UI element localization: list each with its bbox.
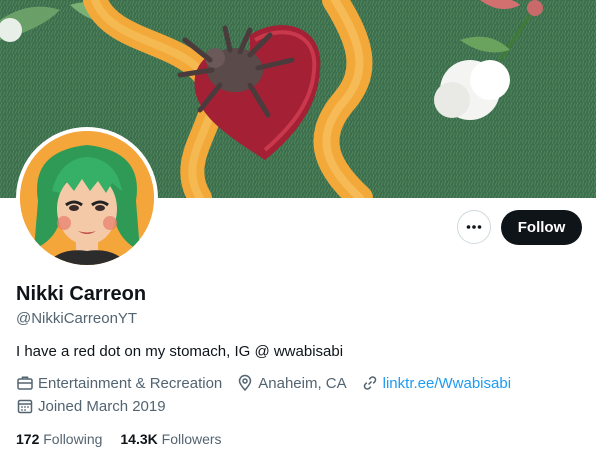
- briefcase-icon: [17, 376, 33, 390]
- website-item[interactable]: linktr.ee/Wwabisabi: [361, 374, 511, 392]
- joined-item: Joined March 2019: [16, 397, 166, 415]
- followers-stat[interactable]: 14.3K Followers: [120, 431, 221, 447]
- location-text: Anaheim, CA: [258, 374, 347, 392]
- link-icon: [363, 376, 376, 390]
- location-pin-icon: [239, 374, 252, 392]
- followers-count: 14.3K: [120, 431, 158, 447]
- profile-bio: I have a red dot on my stomach, IG @ wwa…: [16, 343, 344, 360]
- followers-label: Followers: [161, 431, 222, 447]
- calendar-icon: [17, 399, 33, 414]
- profile-meta-row-joined: Joined March 2019: [16, 397, 180, 415]
- following-label: Following: [43, 431, 103, 447]
- profile-meta-row: Entertainment & Recreation Anaheim, CA l…: [16, 374, 525, 392]
- website-link[interactable]: linktr.ee/Wwabisabi: [383, 375, 511, 392]
- joined-text: Joined March 2019: [38, 397, 166, 415]
- category-item: Entertainment & Recreation: [16, 374, 222, 392]
- more-options-button[interactable]: [457, 210, 491, 244]
- avatar-illustration: [20, 131, 154, 265]
- follow-button-label: Follow: [517, 219, 566, 236]
- more-horizontal-icon: [466, 225, 482, 229]
- follow-button[interactable]: Follow: [501, 210, 582, 245]
- avatar-frame[interactable]: [16, 127, 158, 269]
- location-item: Anaheim, CA: [236, 374, 347, 392]
- category-text: Entertainment & Recreation: [38, 374, 223, 392]
- follow-stats: 172 Following 14.3K Followers: [16, 431, 240, 447]
- avatar[interactable]: [20, 131, 154, 265]
- following-count: 172: [16, 431, 40, 447]
- following-stat[interactable]: 172 Following: [16, 431, 102, 447]
- display-name: Nikki Carreon: [16, 283, 147, 305]
- user-handle: @NikkiCarreonYT: [16, 310, 138, 327]
